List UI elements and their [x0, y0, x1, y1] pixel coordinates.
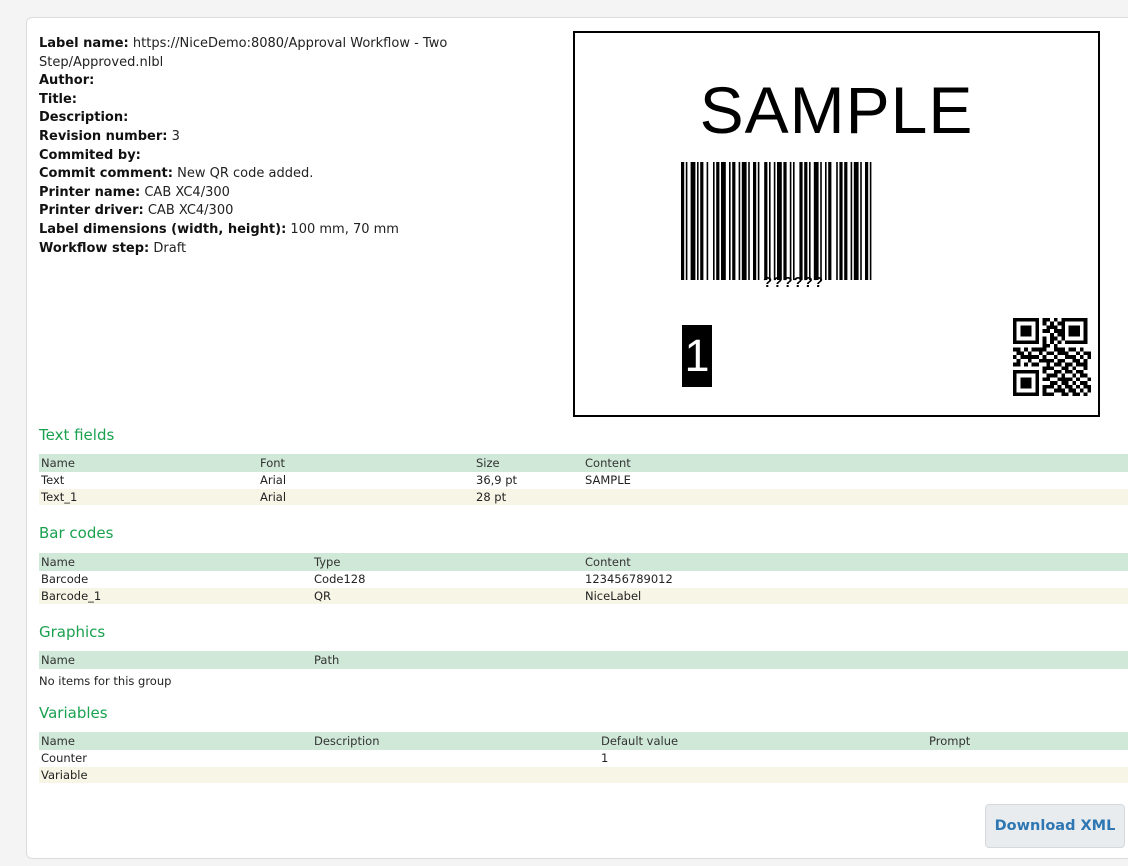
table-cell: Text: [41, 473, 65, 487]
graphics-empty-message: No items for this group: [39, 674, 172, 688]
header-cell: Name: [41, 555, 75, 569]
header-cell: Name: [41, 653, 75, 667]
bar-codes-table: Name Type Content Barcode Code128 123456…: [39, 553, 1128, 604]
barcode-human-readable: ??????: [763, 274, 824, 291]
table-cell: Arial: [260, 489, 287, 504]
table-row: Text_1 Arial 28 pt: [39, 488, 1128, 505]
table-header-row: Name Type Content: [39, 553, 1128, 571]
preview-sample-text: SAMPLE: [699, 73, 974, 147]
table-header-row: Name Description Default value Prompt: [39, 732, 1128, 750]
meta-printer-driver: Printer driver: CAB XC4/300: [39, 203, 234, 219]
table-cell: Code128: [314, 572, 366, 586]
header-cell: Name: [41, 734, 75, 748]
table-cell: 123456789012: [585, 572, 673, 586]
table-cell: 36,9 pt: [476, 473, 518, 487]
label-metadata: Label name: https://NiceDemo:8080/Approv…: [39, 35, 509, 258]
table-row: Variable: [39, 766, 1128, 783]
variables-title: Variables: [39, 704, 108, 722]
table-cell: Barcode: [41, 572, 89, 586]
table-row: Barcode_1 QR NiceLabel: [39, 587, 1128, 604]
download-xml-button[interactable]: Download XML: [985, 804, 1125, 848]
table-header-row: Name Font Size Content: [39, 454, 1128, 472]
meta-label-name: Label name: https://NiceDemo:8080/Approv…: [39, 36, 448, 70]
bar-codes-title: Bar codes: [39, 524, 114, 542]
graphics-title: Graphics: [39, 623, 106, 641]
meta-commit-comment: Commit comment: New QR code added.: [39, 166, 314, 182]
table-cell: 1: [601, 751, 609, 765]
meta-revision-number: Revision number: 3: [39, 128, 180, 144]
label-details-panel: Label name: https://NiceDemo:8080/Approv…: [26, 17, 1128, 859]
header-cell: Content: [585, 555, 631, 569]
header-cell: Font: [260, 456, 286, 470]
header-cell: Size: [476, 456, 500, 470]
meta-workflow-step: Workflow step: Draft: [39, 240, 187, 256]
table-cell: NiceLabel: [585, 588, 642, 603]
qr-code-image: [1013, 318, 1091, 396]
header-cell: Content: [585, 456, 631, 470]
header-cell: Name: [41, 456, 75, 470]
table-cell: SAMPLE: [585, 473, 631, 487]
table-row: Text Arial 36,9 pt SAMPLE: [39, 472, 1128, 489]
header-cell: Prompt: [929, 734, 971, 748]
header-cell: Path: [314, 653, 340, 667]
table-cell: Text_1: [41, 489, 78, 504]
label-preview: SAMPLE ?????? 1: [573, 31, 1100, 417]
meta-printer-name: Printer name: CAB XC4/300: [39, 184, 230, 200]
table-cell: Barcode_1: [41, 588, 102, 603]
table-cell: Counter: [41, 751, 87, 765]
graphics-table: Name Path: [39, 651, 1128, 669]
barcode-image: [681, 162, 872, 280]
meta-title: Title:: [39, 91, 78, 107]
header-cell: Description: [314, 734, 380, 748]
header-cell: Type: [314, 555, 341, 569]
table-row: Barcode Code128 123456789012: [39, 571, 1128, 588]
text-fields-table: Name Font Size Content Text Arial 36,9 p…: [39, 454, 1128, 505]
table-cell: 28 pt: [476, 489, 507, 504]
meta-label-dimensions: Label dimensions (width, height): 100 mm…: [39, 221, 399, 237]
variables-table: Name Description Default value Prompt Co…: [39, 732, 1128, 783]
table-cell: Arial: [260, 473, 287, 487]
table-row: Counter 1: [39, 750, 1128, 767]
meta-author: Author:: [39, 73, 95, 89]
text-fields-title: Text fields: [39, 426, 115, 444]
table-cell: Variable: [41, 767, 88, 782]
meta-commited-by: Commited by:: [39, 147, 141, 163]
table-header-row: Name Path: [39, 651, 1128, 669]
table-cell: QR: [314, 588, 332, 603]
header-cell: Default value: [601, 734, 679, 748]
counter-text: 1: [682, 325, 712, 387]
meta-description: Description:: [39, 110, 129, 126]
